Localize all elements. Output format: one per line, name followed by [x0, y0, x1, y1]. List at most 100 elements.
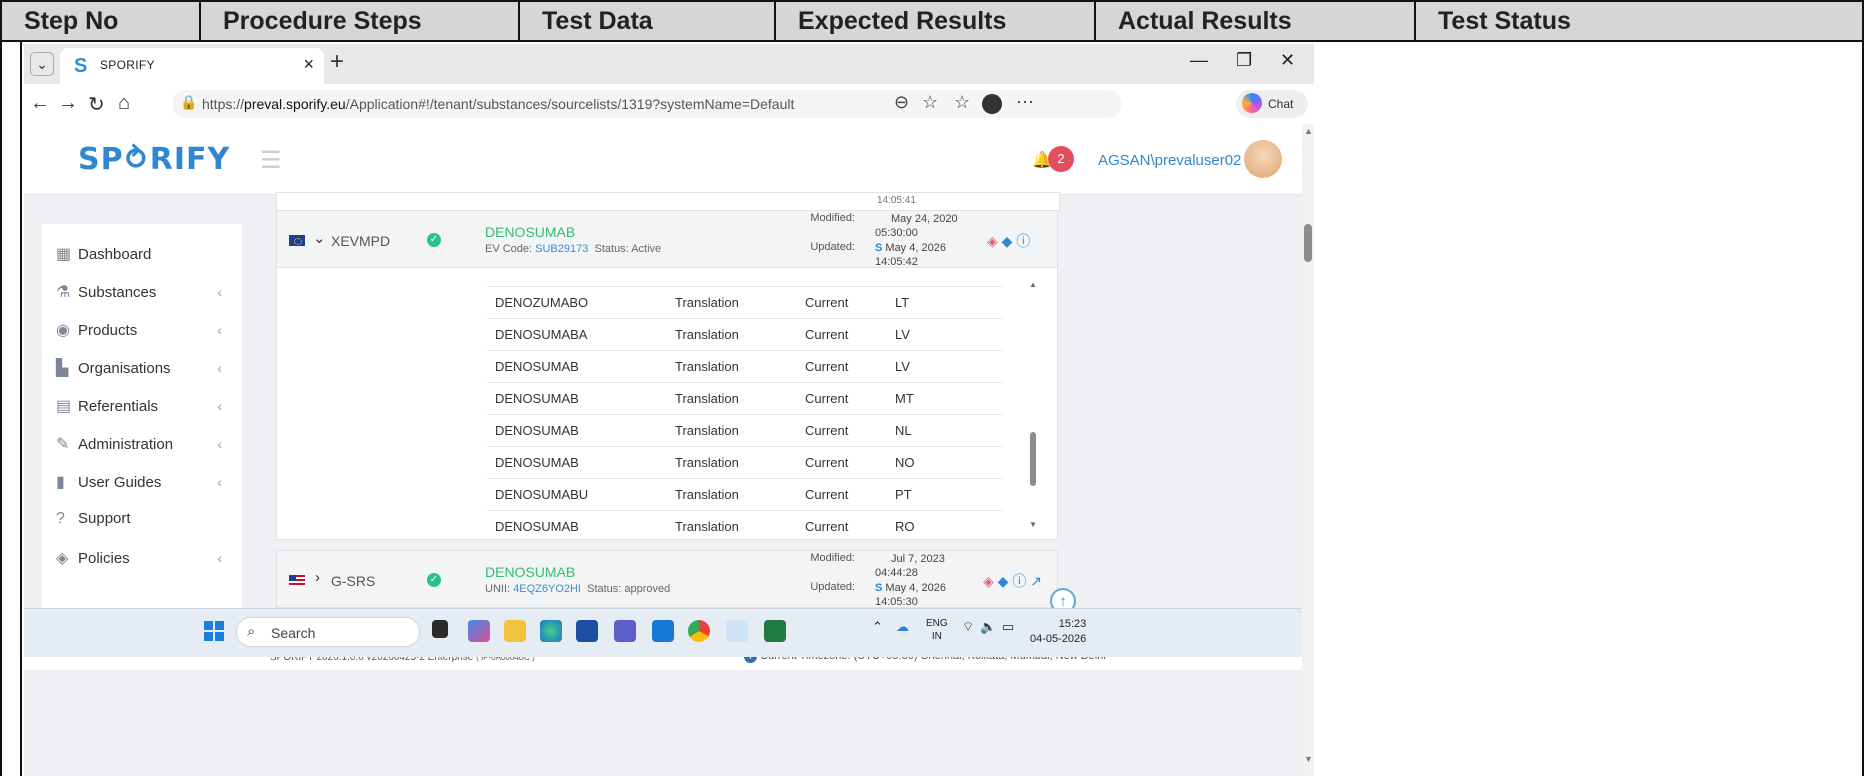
wifi-icon[interactable]: ⌔: [962, 619, 974, 635]
sidebar-item-substances[interactable]: ⚗ Substances ‹: [56, 282, 236, 306]
updated-label: Updated:: [810, 581, 855, 593]
input-language[interactable]: ENG IN: [926, 617, 948, 643]
wrench-icon: ✎: [56, 436, 70, 453]
sidebar-item-dashboard[interactable]: ▦ Dashboard: [56, 244, 236, 268]
source-card-xevmpd[interactable]: ⌄ XEVMPD ✓ DENOSUMAB EV Code: SUB29173 S…: [276, 210, 1058, 268]
excel-icon[interactable]: [764, 620, 786, 642]
edge-icon[interactable]: [540, 620, 562, 642]
reader-icon[interactable]: ⊖: [894, 92, 909, 113]
sporify-logo[interactable]: SP⥁RIFY: [78, 142, 230, 177]
task-view-icon[interactable]: [432, 620, 448, 638]
restore-icon[interactable]: ❐: [1236, 50, 1252, 71]
dashboard-icon: ▦: [56, 246, 72, 263]
sidebar-item-referentials[interactable]: ▤ Referentials ‹: [56, 396, 236, 420]
names-table-scrollbar[interactable]: ▲ ▼: [1029, 280, 1037, 530]
external-link-icon[interactable]: ↗: [1030, 573, 1042, 589]
file-explorer-icon[interactable]: [504, 620, 526, 642]
profile-avatar-icon[interactable]: [982, 94, 1002, 114]
search-icon: ⌕: [247, 623, 256, 640]
teams-icon[interactable]: [614, 620, 636, 642]
m365-icon[interactable]: [468, 620, 490, 642]
info-icon[interactable]: ⓘ: [1012, 573, 1026, 589]
address-bar: ← → ↻ ⌂ 🔒 https://preval.sporify.eu/Appl…: [24, 84, 1314, 124]
chevron-right-icon[interactable]: ›: [315, 569, 320, 586]
scroll-down-icon[interactable]: ▼: [1304, 754, 1313, 764]
close-tab-icon[interactable]: ×: [303, 54, 314, 75]
sidebar-item-user-guides[interactable]: ▮ User Guides ‹: [56, 472, 236, 496]
info-icon[interactable]: ⓘ: [1016, 233, 1030, 249]
modified-label: Modified:: [810, 212, 855, 224]
source-card-details: DENOZUMABO Translation Current LT DENOSUMAB…: [276, 268, 1058, 540]
tab-list-dropdown-icon[interactable]: ⌄: [30, 52, 54, 76]
windows-start-icon[interactable]: [204, 621, 224, 641]
table-row: DENOSUMAB Translation Current LV: [487, 350, 1003, 382]
names-table-scrollbar-thumb[interactable]: [1030, 432, 1036, 486]
notification-badge[interactable]: 2: [1048, 146, 1074, 172]
onedrive-icon[interactable]: ☁: [896, 619, 909, 635]
user-name[interactable]: AGSAN\prevaluser02: [1098, 152, 1241, 169]
table-row: DENOSUMAB Translation Current RO: [487, 510, 1003, 542]
shield-icon[interactable]: ◈: [983, 573, 994, 589]
source-card-gsrs[interactable]: › G-SRS ✓ DENOSUMAB UNII: 4EQZ6YO2HI Sta…: [276, 550, 1058, 608]
favorites-list-icon[interactable]: ☆: [954, 92, 970, 113]
updated-label: Updated:: [810, 241, 855, 253]
source-name: XEVMPD: [331, 233, 391, 249]
copilot-chat-button[interactable]: Chat: [1236, 90, 1308, 118]
browser-tab[interactable]: S SPORIFY ×: [60, 48, 324, 84]
chrome-icon[interactable]: [688, 620, 710, 642]
new-tab-icon[interactable]: +: [330, 48, 344, 76]
previous-updated-time: 14:05:41: [877, 195, 916, 206]
sidebar-item-policies[interactable]: ◈ Policies ‹: [56, 548, 236, 572]
hamburger-menu-icon[interactable]: ☰: [260, 146, 282, 175]
favorite-star-icon[interactable]: ☆: [922, 92, 938, 113]
avatar[interactable]: [1244, 140, 1282, 178]
factory-icon: ▙: [56, 360, 69, 377]
tag-icon[interactable]: ◆: [998, 573, 1009, 589]
store-icon[interactable]: [576, 620, 598, 642]
outlook-icon[interactable]: [652, 620, 674, 642]
forward-icon[interactable]: →: [58, 92, 78, 115]
sidebar-item-administration[interactable]: ✎ Administration ‹: [56, 434, 236, 458]
chevron-down-icon[interactable]: ⌄: [313, 229, 326, 247]
scroll-up-icon[interactable]: ▲: [1029, 280, 1037, 289]
battery-icon[interactable]: ▭: [1002, 619, 1014, 635]
taskbar-search[interactable]: ⌕ Search: [236, 617, 420, 647]
back-icon[interactable]: ←: [30, 92, 50, 115]
shield-icon[interactable]: ◈: [987, 233, 998, 249]
page-scrollbar-thumb[interactable]: [1304, 224, 1312, 262]
sidebar-item-label: Substances: [78, 284, 157, 301]
tag-icon[interactable]: ◆: [1002, 233, 1013, 249]
scroll-down-icon[interactable]: ▼: [1029, 520, 1037, 529]
sidebar-item-support[interactable]: ? Support: [56, 510, 236, 534]
sidebar-item-label: Administration: [78, 436, 174, 453]
player-icon[interactable]: [726, 620, 748, 642]
sidebar-item-organisations[interactable]: ▙ Organisations ‹: [56, 358, 236, 382]
sidebar-item-products[interactable]: ◉ Products ‹: [56, 320, 236, 344]
url-field[interactable]: 🔒 https://preval.sporify.eu/Application#…: [172, 90, 1122, 118]
reload-icon[interactable]: ↻: [88, 92, 105, 117]
volume-icon[interactable]: 🔈: [980, 619, 996, 635]
page-scrollbar[interactable]: ▲ ▼: [1302, 124, 1314, 776]
screenshot: ⌄ S SPORIFY × + — ❐ ✕ ← → ↻ ⌂ 🔒 https://…: [24, 44, 1314, 776]
site-info-icon[interactable]: 🔒: [180, 94, 197, 111]
chevron-up-icon[interactable]: ⌃: [872, 619, 883, 635]
flask-icon: ⚗: [56, 284, 71, 301]
more-options-icon[interactable]: ⋯: [1016, 92, 1034, 113]
card-actions: ◈ ◆ ⓘ ↗: [983, 571, 1042, 591]
close-window-icon[interactable]: ✕: [1280, 50, 1295, 71]
minimize-icon[interactable]: —: [1190, 50, 1208, 71]
taskbar-clock[interactable]: 15:23 04-05-2026: [1030, 617, 1086, 647]
home-icon[interactable]: ⌂: [118, 92, 130, 115]
scroll-up-icon[interactable]: ▲: [1304, 126, 1313, 136]
previous-card-tail: 14:05:41: [276, 192, 1060, 212]
updated-date: S May 4, 2026: [875, 242, 946, 254]
substance-name[interactable]: DENOSUMAB: [485, 564, 575, 580]
sidebar-item-label: Dashboard: [78, 246, 152, 263]
sporify-app: SP⥁RIFY ☰ 🔔 2 AGSAN\prevaluser02 ▲ ▼ ▦ Da…: [24, 124, 1314, 776]
table-row: DENOSUMAB Translation Current MT: [487, 382, 1003, 414]
modified-time: 04:44:28: [875, 567, 918, 579]
table-row: DENOSUMABU Translation Current PT: [487, 478, 1003, 510]
substance-name[interactable]: DENOSUMAB: [485, 224, 575, 240]
sidebar-item-label: Referentials: [78, 398, 159, 415]
copilot-icon: [1242, 93, 1262, 113]
